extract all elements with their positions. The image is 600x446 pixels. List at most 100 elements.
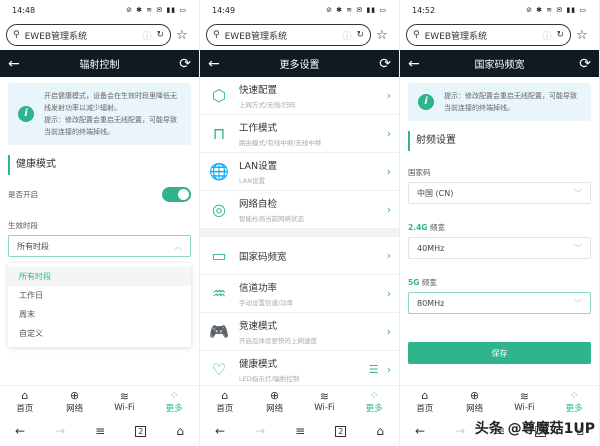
url-field[interactable]: ⚲ EWEB管理系统 ⓘ ↻ bbox=[406, 24, 571, 46]
more-grid-icon: ⁘ bbox=[569, 388, 579, 402]
band24-prefix: 2.4G bbox=[408, 223, 428, 232]
status-bar: 14:52 ⊘ ✱ ≋ ✉ ▮▮ ▭ bbox=[400, 0, 599, 20]
band5-value: 80MHz bbox=[417, 298, 445, 308]
star-icon[interactable]: ☆ bbox=[371, 28, 393, 43]
search-icon: ⚲ bbox=[413, 30, 420, 40]
wifi-icon: ≋ bbox=[519, 389, 529, 403]
gamepad-icon: 🎮 bbox=[209, 322, 229, 341]
url-title: EWEB管理系统 bbox=[424, 31, 488, 42]
page-header: ← 辐射控制 ⟳ bbox=[0, 50, 199, 77]
save-button[interactable]: 保存 bbox=[408, 342, 591, 364]
home-icon[interactable]: ⌂ bbox=[176, 424, 184, 438]
tab-more-grid[interactable]: ⁘ 更多 bbox=[349, 386, 399, 416]
band24-value: 40MHz bbox=[417, 243, 445, 253]
page-header: ← 更多设置 ⟳ bbox=[200, 50, 399, 77]
period-value: 所有时段 bbox=[17, 241, 49, 251]
option-weekend[interactable]: 周末 bbox=[8, 305, 191, 324]
info-box: i 提示：修改配置会重启无线配置，可能导致当前连接的终端掉线。 bbox=[408, 83, 591, 121]
tab-home[interactable]: ⌂ 首页 bbox=[400, 386, 450, 416]
back-icon[interactable]: ← bbox=[215, 424, 225, 438]
forward-icon[interactable]: → bbox=[455, 424, 465, 438]
reload-icon[interactable]: ↻ bbox=[556, 30, 564, 40]
page-title: 国家码频宽 bbox=[474, 60, 525, 71]
tab-wifi[interactable]: ≋ Wi-Fi bbox=[300, 386, 350, 416]
band24-select[interactable]: 40MHz ﹀ bbox=[408, 237, 591, 259]
refresh-icon[interactable]: ⟳ bbox=[179, 56, 191, 72]
wifi-icon: ≋ bbox=[119, 389, 129, 403]
info-text: 开启健康模式，设备会在生效时段里降低无线发射功率以减少辐射。 bbox=[44, 92, 177, 112]
menu-icon[interactable]: ≡ bbox=[295, 424, 305, 438]
address-bar: ⚲ EWEB管理系统 ⓘ ↻ ☆ bbox=[0, 20, 199, 50]
info-circle-icon[interactable]: ⓘ bbox=[342, 29, 351, 42]
back-icon[interactable]: ← bbox=[415, 424, 425, 438]
enable-toggle[interactable] bbox=[162, 187, 191, 202]
bottom-tab-bar: ⌂ 首页 ⊕ 网络 ≋ Wi-Fi ⁘ 更多 bbox=[0, 385, 199, 416]
item-subtitle: 路由模式/有线中继/无线中继 bbox=[239, 139, 322, 147]
status-time: 14:49 bbox=[212, 5, 236, 15]
tab-wifi[interactable]: ≋ Wi-Fi bbox=[500, 386, 550, 416]
item-title: 工作模式 bbox=[239, 123, 278, 134]
tabs-count-icon[interactable]: 2 bbox=[135, 425, 147, 437]
list-item[interactable]: 🌐 LAN设置 LAN设置 › bbox=[200, 153, 399, 191]
tab-home[interactable]: ⌂ 首页 bbox=[0, 386, 50, 416]
page-title: 更多设置 bbox=[279, 60, 320, 71]
list-item[interactable]: ▭ 国家码频宽 › bbox=[200, 237, 399, 275]
tab-label: Wi-Fi bbox=[314, 402, 335, 413]
bottom-tab-bar: ⌂ 首页 ⊕ 网络 ≋ Wi-Fi ⁘ 更多 bbox=[200, 385, 399, 416]
refresh-icon[interactable]: ⟳ bbox=[379, 56, 391, 72]
watermark: 头条 @尊魔菇1UP bbox=[474, 421, 595, 437]
globe-icon: ⊕ bbox=[470, 388, 480, 402]
url-field[interactable]: ⚲ EWEB管理系统 ⓘ ↻ bbox=[6, 24, 171, 46]
globe-icon: ⊕ bbox=[270, 388, 280, 402]
tab-home[interactable]: ⌂ 首页 bbox=[200, 386, 250, 416]
option-all[interactable]: 所有时段 bbox=[8, 267, 191, 286]
back-arrow-icon[interactable]: ← bbox=[8, 56, 20, 72]
back-arrow-icon[interactable]: ← bbox=[208, 56, 220, 72]
option-workday[interactable]: 工作日 bbox=[8, 286, 191, 305]
list-item[interactable]: ⬡ 快速配置 上网方式/无线/扫码 › bbox=[200, 77, 399, 115]
list-item[interactable]: ⊓ 工作模式 路由模式/有线中继/无线中继 › bbox=[200, 115, 399, 153]
list-item[interactable]: ♒ 信道功率 手动设置信道/功率 › bbox=[200, 275, 399, 313]
sliders-icon[interactable]: ☰ bbox=[369, 363, 379, 376]
country-label: 国家码 bbox=[408, 168, 431, 177]
bottom-tab-bar: ⌂ 首页 ⊕ 网络 ≋ Wi-Fi ⁘ 更多 bbox=[400, 385, 599, 416]
back-icon[interactable]: ← bbox=[15, 424, 25, 438]
list-item[interactable]: 🎮 竞速模式 开启后体验更快的上网速度 › bbox=[200, 313, 399, 351]
tab-globe[interactable]: ⊕ 网络 bbox=[450, 386, 500, 416]
url-field[interactable]: ⚲ EWEB管理系统 ⓘ ↻ bbox=[206, 24, 371, 46]
option-custom[interactable]: 自定义 bbox=[8, 324, 191, 343]
list-item[interactable]: ◎ 网络自检 智能检测当前网络状态 › bbox=[200, 191, 399, 229]
star-icon[interactable]: ☆ bbox=[171, 28, 193, 43]
country-select[interactable]: 中国 (CN) ﹀ bbox=[408, 182, 591, 204]
tab-label: 网络 bbox=[466, 403, 484, 414]
status-icons: ⊘ ✱ ≋ ✉ ▮▮ ▭ bbox=[326, 6, 387, 14]
band5-select[interactable]: 80MHz ﹀ bbox=[408, 292, 591, 314]
home-icon[interactable]: ⌂ bbox=[376, 424, 384, 438]
info-circle-icon[interactable]: ⓘ bbox=[542, 29, 551, 42]
info-circle-icon[interactable]: ⓘ bbox=[142, 29, 151, 42]
reload-icon[interactable]: ↻ bbox=[156, 30, 164, 40]
period-select[interactable]: 所有时段 ︿ bbox=[8, 235, 191, 257]
home-icon: ⌂ bbox=[21, 388, 29, 402]
more-grid-icon: ⁘ bbox=[169, 388, 179, 402]
refresh-icon[interactable]: ⟳ bbox=[579, 56, 591, 72]
star-icon[interactable]: ☆ bbox=[571, 28, 593, 43]
item-subtitle: 智能检测当前网络状态 bbox=[239, 215, 304, 223]
item-title: 国家码频宽 bbox=[239, 251, 287, 263]
tab-globe[interactable]: ⊕ 网络 bbox=[50, 386, 100, 416]
back-arrow-icon[interactable]: ← bbox=[408, 56, 420, 72]
status-time: 14:48 bbox=[12, 5, 36, 15]
home-icon: ⌂ bbox=[421, 388, 429, 402]
reload-icon[interactable]: ↻ bbox=[356, 30, 364, 40]
menu-icon[interactable]: ≡ bbox=[95, 424, 105, 438]
tab-globe[interactable]: ⊕ 网络 bbox=[250, 386, 300, 416]
forward-icon[interactable]: → bbox=[55, 424, 65, 438]
tab-more-grid[interactable]: ⁘ 更多 bbox=[549, 386, 599, 416]
panel-radiation-control: 14:48 ⊘ ✱ ≋ ✉ ▮▮ ▭ ⚲ EWEB管理系统 ⓘ ↻ ☆ ← 辐射控制 ⟳ i开… bbox=[0, 0, 200, 446]
tabs-count-icon[interactable]: 2 bbox=[335, 425, 347, 437]
forward-icon[interactable]: → bbox=[255, 424, 265, 438]
status-icons: ⊘ ✱ ≋ ✉ ▮▮ ▭ bbox=[126, 6, 187, 14]
tab-wifi[interactable]: ≋ Wi-Fi bbox=[100, 386, 150, 416]
list-item[interactable]: ♡ 健康模式 LED指示灯/辐射控制 ☰ › bbox=[200, 351, 399, 385]
tab-more-grid[interactable]: ⁘ 更多 bbox=[149, 386, 199, 416]
